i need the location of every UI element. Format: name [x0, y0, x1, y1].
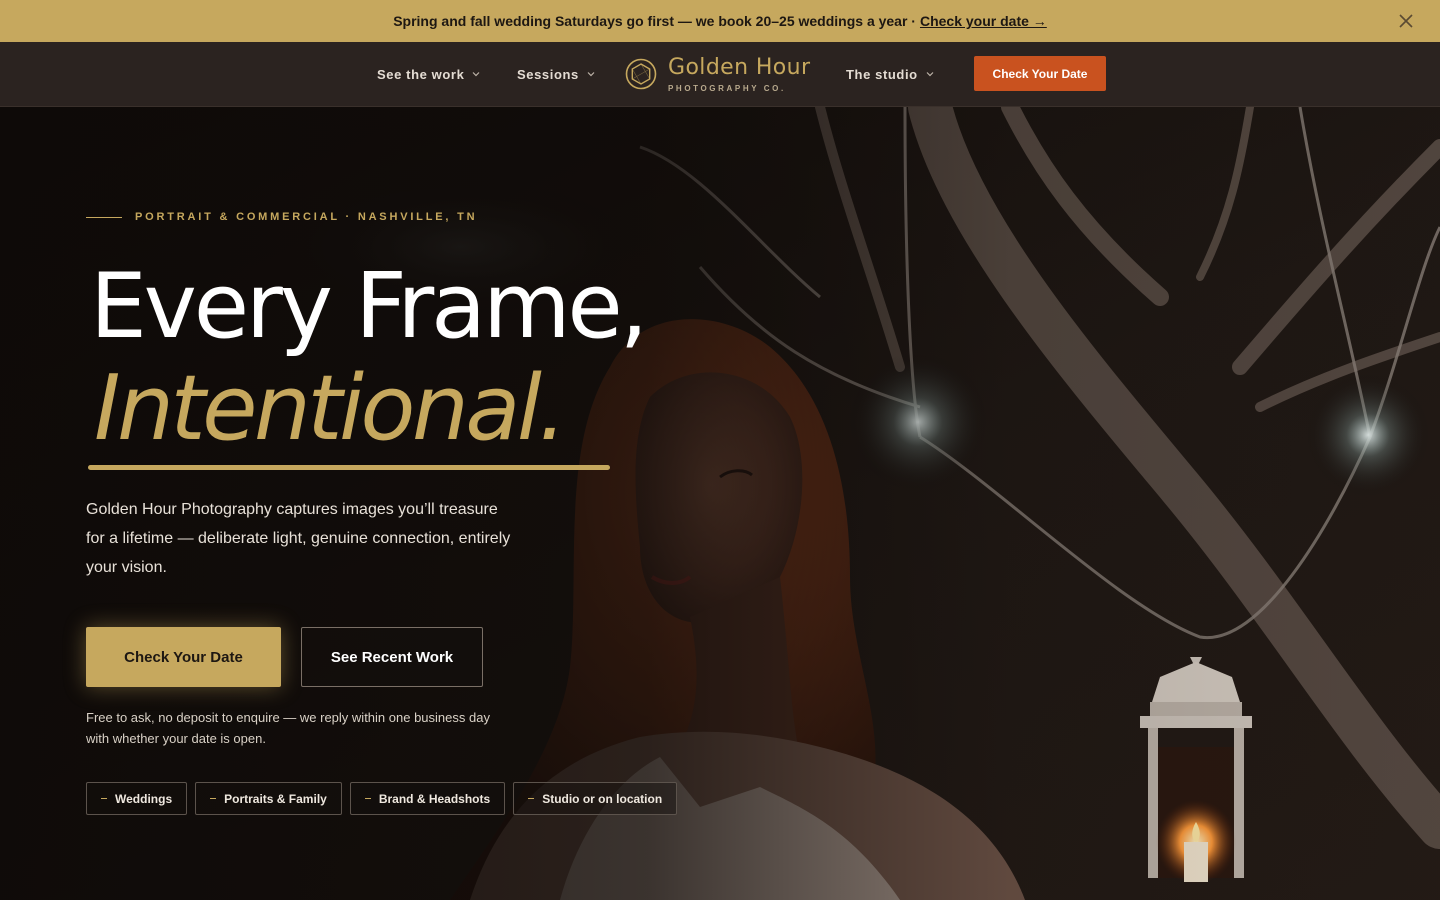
tag-dash	[364, 798, 371, 799]
nav-the-studio[interactable]: The studio	[846, 42, 934, 106]
eyebrow-text: PORTRAIT & COMMERCIAL · NASHVILLE, TN	[135, 211, 478, 223]
tag-label: Studio or on location	[542, 791, 663, 806]
headline-underline	[88, 465, 610, 470]
tag-weddings: Weddings	[86, 782, 188, 815]
tag-studio-location: Studio or on location	[513, 782, 678, 815]
eyebrow-rule	[86, 216, 122, 218]
hero-headline-line-2: Intentional.	[94, 356, 567, 461]
nav-sessions[interactable]: Sessions	[517, 42, 595, 106]
hero-description: Golden Hour Photography captures images …	[86, 501, 511, 576]
hero-headline-line-1: Every Frame,	[90, 254, 648, 359]
hero-section: PORTRAIT & COMMERCIAL · NASHVILLE, TN Ev…	[0, 107, 1440, 900]
nav-label: Sessions	[517, 66, 579, 82]
announcement-text: Spring and fall wedding Saturdays go fir…	[393, 13, 916, 29]
tag-label: Brand & Headshots	[378, 791, 491, 806]
hero-eyebrow: PORTRAIT & COMMERCIAL · NASHVILLE, TN	[86, 211, 477, 223]
tag-portraits-family: Portraits & Family	[195, 782, 342, 815]
brand-logo[interactable]: Golden Hour PHOTOGRAPHY CO.	[625, 50, 825, 98]
close-icon[interactable]	[1396, 11, 1416, 31]
brand-name: Golden Hour	[668, 54, 811, 80]
announcement-bar: Spring and fall wedding Saturdays go fir…	[0, 0, 1440, 42]
chevron-down-icon	[472, 72, 480, 77]
service-tags: Weddings Portraits & Family Brand & Head…	[86, 782, 678, 815]
brand-tagline: PHOTOGRAPHY CO.	[668, 83, 786, 93]
tag-dash	[528, 798, 535, 799]
site-header: See the work Sessions Golden Hour PHOTOG…	[0, 42, 1440, 107]
tag-label: Portraits & Family	[224, 791, 327, 806]
tag-dash	[101, 798, 107, 799]
enquiry-note: Free to ask, no deposit to enquire — we …	[86, 710, 490, 746]
nav-label: See the work	[377, 66, 465, 82]
chevron-down-icon	[587, 72, 595, 77]
announcement-link[interactable]: Check your date →	[920, 13, 1047, 29]
aperture-icon	[625, 58, 657, 90]
see-recent-work-button[interactable]: See Recent Work	[301, 627, 483, 687]
tag-dash	[210, 798, 217, 799]
chevron-down-icon	[926, 72, 934, 77]
check-date-nav-button[interactable]: Check Your Date	[974, 56, 1106, 91]
check-your-date-button[interactable]: Check Your Date	[86, 627, 281, 687]
tag-brand-headshots: Brand & Headshots	[349, 782, 506, 815]
nav-label: The studio	[846, 66, 918, 82]
tag-label: Weddings	[115, 791, 173, 806]
nav-see-the-work[interactable]: See the work	[377, 42, 480, 106]
